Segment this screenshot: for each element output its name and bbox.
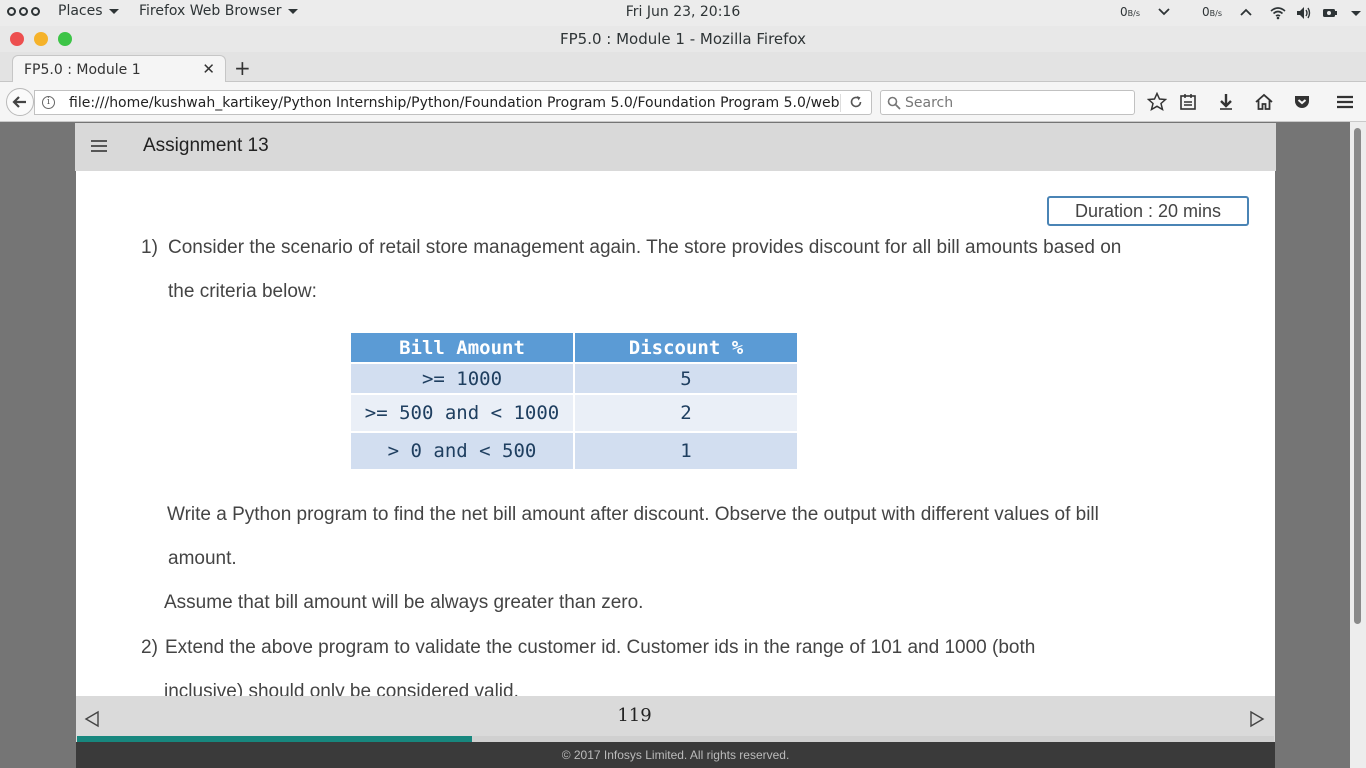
question-1-text: amount.	[168, 548, 237, 569]
page-number: 119	[617, 705, 652, 726]
table-cell: 5	[573, 362, 799, 395]
table-row: >= 1000 5	[349, 362, 799, 395]
table-row: >= 500 and < 1000 2	[349, 393, 799, 433]
navigation-toolbar: i file:///home/kushwah_kartikey/Python I…	[0, 82, 1366, 122]
battery-icon[interactable]	[1322, 6, 1338, 20]
table-cell: >= 500 and < 1000	[349, 393, 575, 433]
bookmark-star-icon[interactable]	[1147, 92, 1167, 112]
back-button[interactable]	[6, 88, 34, 116]
url-bar[interactable]: i file:///home/kushwah_kartikey/Python I…	[34, 90, 872, 115]
vertical-scrollbar[interactable]	[1350, 122, 1366, 768]
table-cell: >= 1000	[349, 362, 575, 395]
wifi-icon[interactable]	[1270, 6, 1286, 20]
hamburger-menu-icon[interactable]	[1335, 92, 1355, 112]
assignment-content: Duration : 20 mins 1) Consider the scena…	[76, 171, 1275, 696]
reload-icon[interactable]	[849, 95, 863, 109]
table-cell: 2	[573, 393, 799, 433]
chevron-up-icon	[1240, 8, 1252, 16]
scrollbar-thumb[interactable]	[1354, 128, 1361, 624]
page-navigation-bar: 119	[76, 696, 1275, 742]
copyright-footer: © 2017 Infosys Limited. All rights reser…	[76, 742, 1275, 768]
page-title: Assignment 13	[143, 135, 269, 156]
duration-badge: Duration : 20 mins	[1047, 196, 1249, 226]
question-1-note: Assume that bill amount will be always g…	[164, 592, 644, 613]
window-title: FP5.0 : Module 1 - Mozilla Firefox	[559, 30, 807, 48]
net-download-rate: 0B/s	[1120, 5, 1140, 19]
question-2-text: Extend the above program to validate the…	[165, 637, 1036, 658]
new-tab-button[interactable]: +	[234, 56, 251, 80]
power-caret-icon[interactable]	[1348, 6, 1364, 20]
home-icon[interactable]	[1254, 92, 1274, 112]
question-1-text: the criteria below:	[168, 281, 317, 302]
tab-strip: FP5.0 : Module 1 ✕ +	[0, 52, 1366, 83]
app-header: Assignment 13	[75, 123, 1276, 171]
window-title-bar: FP5.0 : Module 1 - Mozilla Firefox	[0, 26, 1366, 52]
reading-list-icon[interactable]	[1178, 92, 1198, 112]
next-page-icon[interactable]	[1249, 710, 1265, 728]
close-tab-icon[interactable]: ✕	[202, 60, 215, 78]
menu-icon[interactable]	[91, 139, 107, 153]
chevron-down-icon	[1158, 8, 1170, 16]
question-1-text: Consider the scenario of retail store ma…	[168, 237, 1122, 258]
volume-icon[interactable]	[1296, 6, 1312, 20]
url-separator	[840, 94, 841, 112]
net-upload-rate: 0B/s	[1202, 5, 1222, 19]
question-2-number: 2)	[141, 637, 158, 658]
discount-table: Bill Amount Discount % >= 1000 5 >= 500 …	[349, 331, 799, 471]
search-icon	[887, 96, 901, 110]
tab-active[interactable]: FP5.0 : Module 1 ✕	[12, 55, 226, 83]
table-cell: 1	[573, 431, 799, 471]
arrow-left-icon	[12, 96, 26, 108]
question-1-number: 1)	[141, 237, 158, 258]
pocket-icon[interactable]	[1292, 92, 1312, 112]
url-text[interactable]: file:///home/kushwah_kartikey/Python Int…	[69, 95, 839, 111]
tab-label: FP5.0 : Module 1	[24, 62, 141, 78]
question-2-text: inclusive) should only be considered val…	[164, 681, 519, 696]
question-1-text: Write a Python program to find the net b…	[167, 504, 1099, 525]
column-header: Discount %	[573, 331, 799, 364]
system-top-bar: Places Firefox Web Browser Fri Jun 23, 2…	[0, 0, 1366, 26]
search-input[interactable]	[905, 94, 1125, 112]
download-icon[interactable]	[1216, 92, 1236, 112]
table-row: > 0 and < 500 1	[349, 431, 799, 471]
table-cell: > 0 and < 500	[349, 431, 575, 471]
table-header-row: Bill Amount Discount %	[349, 331, 799, 364]
column-header: Bill Amount	[349, 331, 575, 364]
info-icon[interactable]: i	[42, 96, 55, 109]
search-box[interactable]	[880, 90, 1135, 115]
